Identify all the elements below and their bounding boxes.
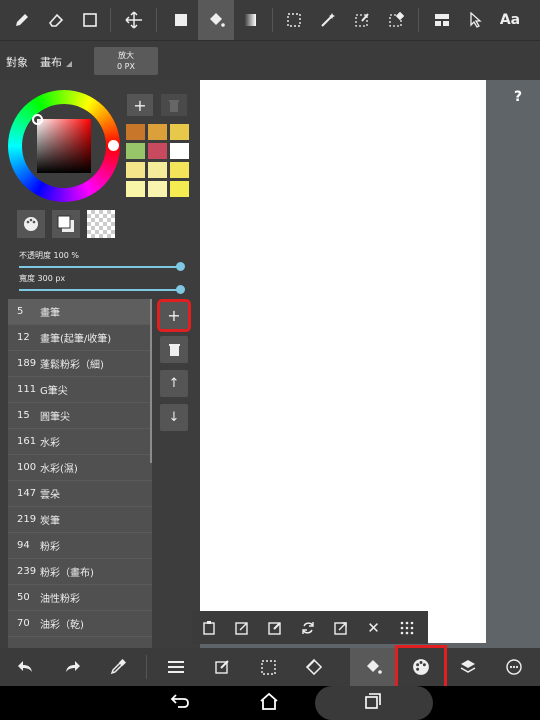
list-item[interactable]: 239 粉彩（畫布) xyxy=(8,559,152,585)
left-panel: + 不透明度 100 % 寬度 300 px 5 畫筆 12 畫筆(起筆/收筆) 1… xyxy=(0,80,200,649)
bottom-toolbar xyxy=(0,645,540,689)
delete-brush-button[interactable] xyxy=(160,336,188,363)
list-item[interactable]: 70 油彩（乾) xyxy=(8,611,152,637)
move-icon[interactable] xyxy=(116,0,152,40)
drawing-canvas[interactable] xyxy=(200,80,486,643)
delete-swatch-button[interactable] xyxy=(161,94,187,116)
add-brush-button[interactable]: + xyxy=(157,299,191,332)
layout-icon[interactable] xyxy=(424,0,460,40)
pointer-icon[interactable] xyxy=(458,0,494,40)
transparent-color-icon[interactable] xyxy=(87,210,115,238)
target-label: 對象 xyxy=(6,56,28,69)
list-item[interactable]: 50 油性粉彩 xyxy=(8,585,152,611)
zoom-button[interactable]: 放大 0 PX xyxy=(94,47,158,75)
color-wheel[interactable] xyxy=(8,90,120,202)
list-item[interactable]: 189 蓬鬆粉彩（細) xyxy=(8,351,152,377)
select-eraser-icon[interactable] xyxy=(378,0,414,40)
swatch[interactable] xyxy=(126,162,145,178)
swatch[interactable] xyxy=(126,181,145,197)
dropdown-corner-icon xyxy=(66,61,72,67)
select-rect-icon[interactable] xyxy=(276,0,312,40)
swatch[interactable] xyxy=(170,124,189,140)
move-brush-up-button[interactable]: ↑ xyxy=(160,370,188,397)
zoom-label: 放大 xyxy=(118,51,134,60)
swatch[interactable] xyxy=(148,181,167,197)
edit-icon[interactable] xyxy=(258,611,291,644)
swatch[interactable] xyxy=(148,143,167,159)
swatch[interactable] xyxy=(148,124,167,140)
move-brush-down-button[interactable]: ↓ xyxy=(160,404,188,431)
target-select[interactable]: 畫布 xyxy=(40,54,62,70)
add-swatch-button[interactable]: + xyxy=(127,94,153,116)
opacity-label: 不透明度 100 % xyxy=(19,251,79,260)
options-bar: 對象 畫布 放大 0 PX xyxy=(0,40,540,80)
select-icon[interactable] xyxy=(250,648,286,686)
close-icon[interactable]: ✕ xyxy=(357,611,390,644)
layers-icon[interactable] xyxy=(450,648,486,686)
paste-icon[interactable] xyxy=(192,611,225,644)
opacity-slider[interactable] xyxy=(19,266,181,268)
recents-icon[interactable] xyxy=(364,692,382,715)
width-slider[interactable] xyxy=(19,289,181,291)
menu-icon[interactable] xyxy=(158,648,194,686)
eraser-icon[interactable] xyxy=(38,0,74,40)
trash-icon xyxy=(168,344,180,356)
list-item[interactable]: 5 畫筆 xyxy=(8,299,152,325)
list-item[interactable]: 147 雲朵 xyxy=(8,481,152,507)
width-slider-thumb[interactable] xyxy=(176,285,185,294)
list-item[interactable]: 100 水彩(濕) xyxy=(8,455,152,481)
opacity-slider-thumb[interactable] xyxy=(176,262,185,271)
eyedropper-icon[interactable] xyxy=(100,648,136,686)
grid-dots-icon[interactable] xyxy=(390,611,423,644)
fg-bg-color-icon[interactable] xyxy=(52,210,80,238)
settings-icon[interactable] xyxy=(496,648,532,686)
bucket-icon[interactable] xyxy=(350,648,396,686)
list-item[interactable]: 219 炭筆 xyxy=(8,507,152,533)
brush-list-scrollbar[interactable] xyxy=(150,299,152,463)
swatch[interactable] xyxy=(170,143,189,159)
top-toolbar: Aa xyxy=(0,0,540,40)
magic-wand-icon[interactable] xyxy=(310,0,346,40)
edit-square-icon[interactable] xyxy=(204,648,240,686)
swatch[interactable] xyxy=(126,143,145,159)
rectangle-icon[interactable] xyxy=(72,0,108,40)
brush-list[interactable]: 5 畫筆 12 畫筆(起筆/收筆) 189 蓬鬆粉彩（細) 111 G筆尖 15 圓筆尖 … xyxy=(8,299,152,649)
swatch[interactable] xyxy=(170,162,189,178)
list-item[interactable]: 15 圓筆尖 xyxy=(8,403,152,429)
palette-icon[interactable] xyxy=(395,645,447,689)
list-item[interactable]: 161 水彩 xyxy=(8,429,152,455)
open-external-icon[interactable] xyxy=(324,611,357,644)
zoom-value: 0 PX xyxy=(117,62,135,71)
swatch[interactable] xyxy=(170,181,189,197)
help-button[interactable]: ? xyxy=(514,89,522,105)
swatch[interactable] xyxy=(148,162,167,178)
undo-icon[interactable] xyxy=(8,648,44,686)
transform-icon[interactable] xyxy=(296,648,332,686)
saturation-value-square[interactable] xyxy=(37,119,91,173)
list-item[interactable]: 94 粉彩 xyxy=(8,533,152,559)
fill-color-icon[interactable] xyxy=(163,0,199,40)
home-icon[interactable] xyxy=(259,692,279,715)
width-label: 寬度 300 px xyxy=(19,274,66,283)
redo-icon[interactable] xyxy=(54,648,90,686)
sv-knob[interactable] xyxy=(32,114,43,125)
bucket-icon[interactable] xyxy=(198,0,234,40)
palette-icon[interactable] xyxy=(17,210,45,238)
list-item[interactable]: 111 G筆尖 xyxy=(8,377,152,403)
gradient-icon[interactable] xyxy=(232,0,268,40)
system-nav-bar xyxy=(0,686,540,720)
back-icon[interactable] xyxy=(170,692,190,715)
floating-toolbar: ✕ xyxy=(192,611,428,644)
swatch[interactable] xyxy=(126,124,145,140)
import-icon[interactable] xyxy=(225,611,258,644)
hue-knob[interactable] xyxy=(108,140,119,151)
rotate-icon[interactable] xyxy=(291,611,324,644)
pen-icon[interactable] xyxy=(4,0,40,40)
list-item[interactable]: 12 畫筆(起筆/收筆) xyxy=(8,325,152,351)
text-tool-button[interactable]: Aa xyxy=(492,0,528,40)
select-pen-icon[interactable] xyxy=(344,0,380,40)
